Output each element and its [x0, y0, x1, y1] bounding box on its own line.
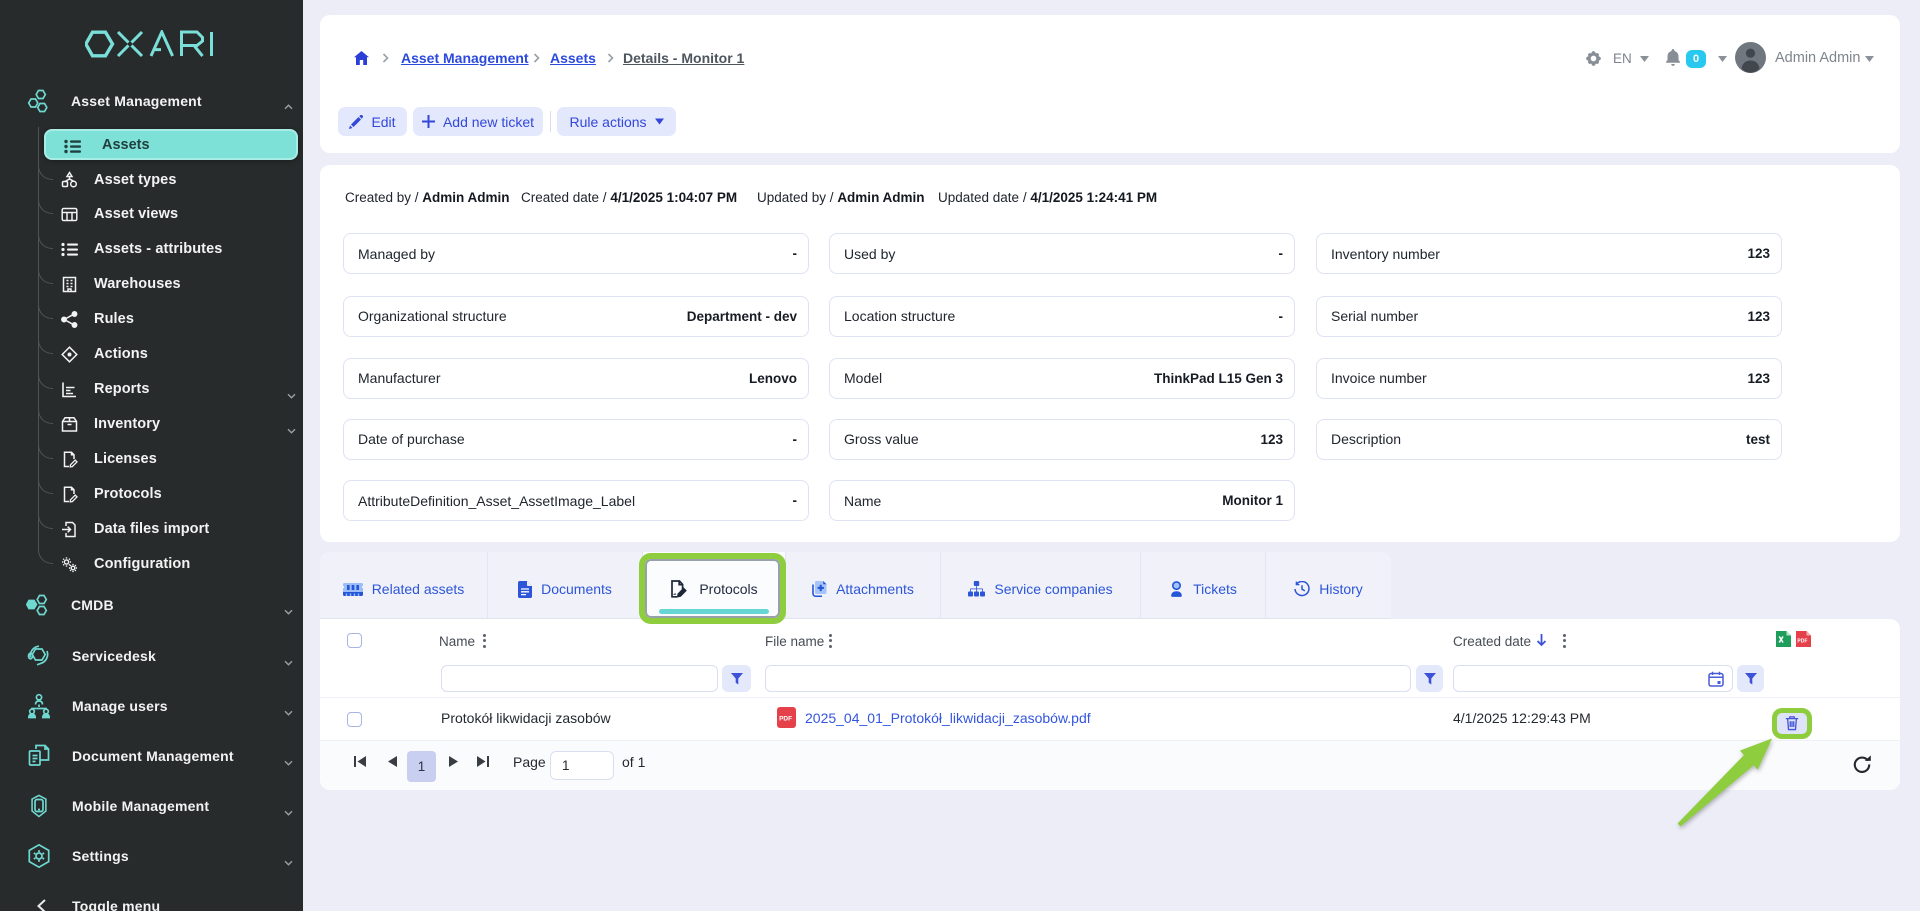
svg-text:PDF: PDF	[1797, 639, 1807, 645]
svg-text:PDF: PDF	[779, 716, 792, 723]
